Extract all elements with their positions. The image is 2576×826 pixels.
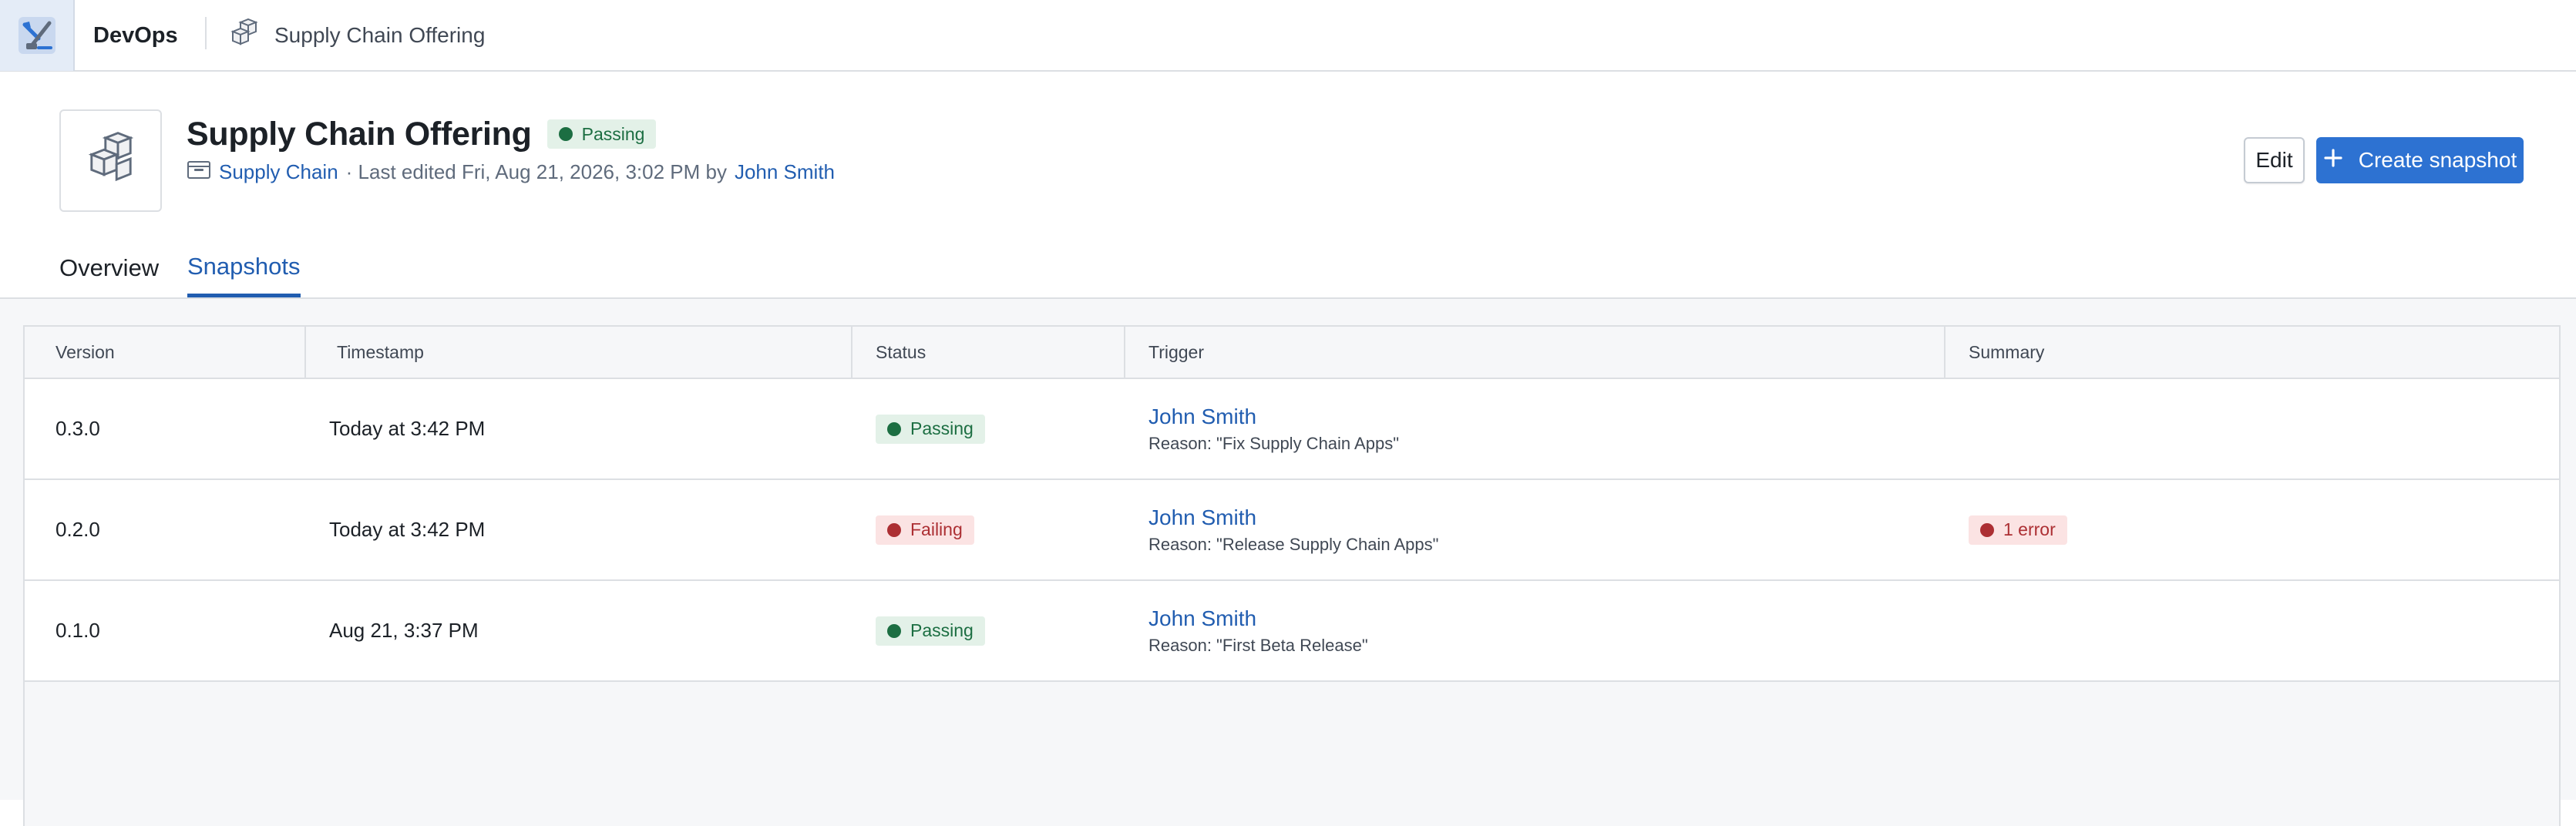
status-dot-icon: [887, 623, 901, 638]
create-snapshot-button[interactable]: Create snapshot: [2316, 137, 2524, 183]
timestamp-cell: Aug 21, 3:37 PM: [329, 619, 479, 642]
table-header: Version Timestamp Status Trigger Summary: [25, 327, 2559, 379]
column-header-status[interactable]: Status: [853, 327, 1125, 378]
edit-button[interactable]: Edit: [2244, 137, 2305, 183]
table-row[interactable]: 0.2.0 Today at 3:42 PM Failing John Smit…: [25, 480, 2559, 581]
last-edited-text: · Last edited Fri, Aug 21, 2026, 3:02 PM…: [345, 159, 727, 183]
error-count-badge[interactable]: 1 error: [1969, 515, 2067, 545]
status-badge: Passing: [546, 119, 657, 149]
plus-icon: [2323, 148, 2343, 173]
cubes-icon: [230, 18, 261, 54]
trigger-reason: Reason: "Release Supply Chain Apps": [1148, 534, 1439, 554]
status-badge: Passing: [876, 616, 985, 646]
status-cell: Passing: [876, 581, 985, 680]
snapshots-table: Version Timestamp Status Trigger Summary…: [23, 325, 2561, 826]
tab-snapshots[interactable]: Snapshots: [187, 239, 301, 297]
timestamp-cell: Today at 3:42 PM: [329, 417, 486, 440]
summary-cell: 1 error: [1969, 480, 2067, 579]
trigger-user-link[interactable]: John Smith: [1148, 606, 1368, 631]
status-badge: Passing: [876, 414, 985, 444]
page-title-row: Supply Chain Offering Passing: [187, 112, 657, 156]
item-meta: Supply Chain · Last edited Fri, Aug 21, …: [187, 156, 835, 187]
breadcrumb[interactable]: Supply Chain Offering: [230, 0, 485, 71]
trigger-reason: Reason: "Fix Supply Chain Apps": [1148, 433, 1400, 453]
tab-bar: Overview Snapshots: [0, 239, 2576, 299]
status-badge-label: Passing: [581, 123, 645, 144]
breadcrumb-label: Supply Chain Offering: [274, 23, 486, 47]
trigger-user-link[interactable]: John Smith: [1148, 505, 1438, 530]
table-row[interactable]: 0.1.0 Aug 21, 3:37 PM Passing John Smith…: [25, 581, 2559, 682]
trigger-cell: John Smith Reason: "First Beta Release": [1148, 581, 1368, 680]
app-name[interactable]: DevOps: [93, 0, 178, 71]
column-header-version[interactable]: Version: [25, 327, 306, 378]
status-badge-label: Passing: [910, 620, 974, 640]
trigger-reason: Reason: "First Beta Release": [1148, 635, 1368, 655]
status-dot-icon: [887, 421, 901, 436]
version-cell: 0.3.0: [55, 417, 100, 440]
status-badge-label: Passing: [910, 418, 974, 438]
top-bar: DevOps Supply Chain Offering: [0, 0, 2576, 72]
status-badge: Failing: [876, 515, 974, 545]
status-cell: Failing: [876, 480, 974, 579]
version-cell: 0.1.0: [55, 619, 100, 642]
column-header-trigger[interactable]: Trigger: [1125, 327, 1945, 378]
status-cell: Passing: [876, 379, 985, 478]
tab-overview[interactable]: Overview: [59, 239, 159, 297]
create-snapshot-label: Create snapshot: [2358, 148, 2517, 172]
status-badge-label: Failing: [910, 519, 963, 539]
status-dot-icon: [558, 127, 573, 141]
trigger-cell: John Smith Reason: "Fix Supply Chain App…: [1148, 379, 1399, 478]
folder-icon: [187, 159, 211, 186]
version-cell: 0.2.0: [55, 518, 100, 541]
topbar-divider: [205, 17, 207, 49]
page-title: Supply Chain Offering: [187, 115, 532, 153]
trigger-user-link[interactable]: John Smith: [1148, 405, 1399, 429]
devops-app-icon[interactable]: [0, 0, 75, 71]
trigger-cell: John Smith Reason: "Release Supply Chain…: [1148, 480, 1438, 579]
table-row[interactable]: 0.3.0 Today at 3:42 PM Passing John Smit…: [25, 379, 2559, 480]
project-link[interactable]: Supply Chain: [219, 160, 338, 184]
offering-icon-box: [59, 109, 162, 212]
cubes-icon: [83, 131, 139, 190]
column-header-timestamp[interactable]: Timestamp: [306, 327, 853, 378]
error-count-label: 1 error: [2003, 519, 2056, 539]
timestamp-cell: Today at 3:42 PM: [329, 518, 486, 541]
snapshots-panel: Version Timestamp Status Trigger Summary…: [0, 299, 2576, 826]
error-dot-icon: [1980, 522, 1994, 537]
column-header-summary[interactable]: Summary: [1945, 327, 2559, 378]
editor-link[interactable]: John Smith: [735, 160, 835, 184]
status-dot-icon: [887, 522, 901, 537]
